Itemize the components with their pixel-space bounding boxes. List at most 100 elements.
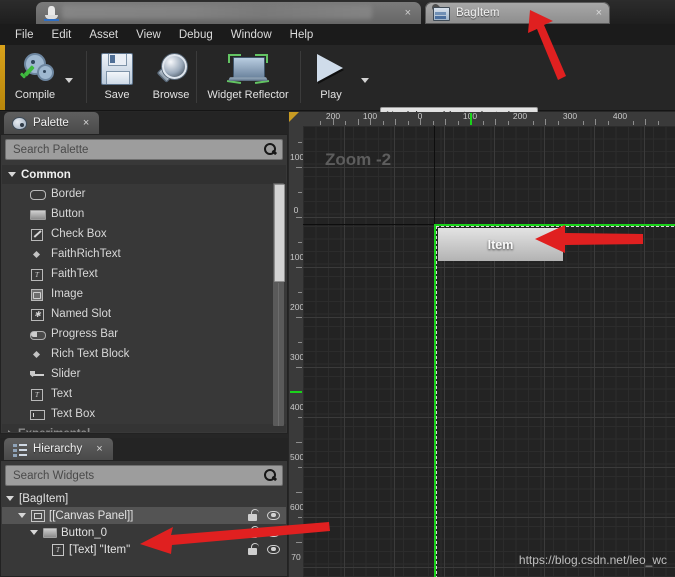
play-label: Play: [320, 89, 341, 101]
palette-body: Common Border Button Check Box FaithRich…: [0, 134, 288, 434]
design-grid[interactable]: Zoom -2 Item https://blog.csdn.net/leo_w…: [303, 126, 675, 577]
designer-canvas[interactable]: 200 100 0 100 200 300 400: [289, 112, 675, 577]
category-label: Experimental: [18, 428, 90, 433]
menu-bar: File Edit Asset View Debug Window Help: [0, 24, 675, 46]
menu-edit[interactable]: Edit: [43, 26, 81, 44]
palette-item-label: Text Box: [51, 408, 95, 420]
close-icon[interactable]: ×: [596, 6, 602, 20]
palette-category-experimental[interactable]: Experimental: [2, 424, 286, 432]
eye-icon[interactable]: [267, 528, 280, 537]
search-input[interactable]: [11, 469, 264, 483]
palette-scrollbar[interactable]: [273, 183, 284, 426]
search-input[interactable]: [11, 143, 264, 157]
palette-item-text-box[interactable]: Text Box: [2, 404, 286, 424]
palette-category-common[interactable]: Common: [2, 165, 286, 184]
canvas-panel-dashed-border: [436, 226, 675, 577]
hierarchy-tree[interactable]: [BagItem] [[Canvas Panel]] Button_0 T [T…: [2, 490, 286, 575]
palette-item-label: Named Slot: [51, 308, 111, 320]
horizontal-ruler: 200 100 0 100 200 300 400: [303, 112, 675, 127]
menu-window[interactable]: Window: [222, 26, 281, 44]
tab-hierarchy[interactable]: Hierarchy ×: [4, 438, 113, 460]
compile-dropdown-arrow[interactable]: [62, 45, 76, 111]
compile-button[interactable]: Compile: [8, 45, 62, 112]
scrollbar-thumb[interactable]: [274, 184, 285, 282]
palette-item-label: Border: [51, 188, 86, 200]
ruler-tick-label: 500: [290, 454, 302, 462]
tree-item-canvas-panel[interactable]: [[Canvas Panel]]: [2, 507, 286, 524]
menu-debug[interactable]: Debug: [170, 26, 222, 44]
eye-icon[interactable]: [267, 511, 280, 520]
ruler-tick-label: 70: [290, 554, 302, 562]
menu-help[interactable]: Help: [281, 26, 323, 44]
palette-item-label: Slider: [51, 368, 80, 380]
scrollbar-track-line: [278, 283, 279, 426]
ruler-tick-label: 200: [290, 304, 302, 312]
toolbar-group-tools: Widget Reflector: [200, 45, 296, 110]
palette-panel: Palette × Common Border Butt: [0, 112, 288, 434]
unlocked-padlock-icon[interactable]: [247, 543, 258, 555]
search-icon: [264, 469, 277, 482]
palette-item-slider[interactable]: Slider: [2, 364, 286, 384]
tree-item-text-item[interactable]: T [Text] "Item": [2, 541, 286, 558]
hierarchy-icon: [12, 443, 27, 456]
palette-item-progress-bar[interactable]: Progress Bar: [2, 324, 286, 344]
tree-item-label: [Text] "Item": [69, 544, 130, 556]
palette-item-check-box[interactable]: Check Box: [2, 224, 286, 244]
chevron-down-icon: [8, 172, 16, 177]
eye-icon[interactable]: [267, 545, 280, 554]
widget-reflector-label: Widget Reflector: [207, 89, 288, 101]
toolbar-separator: [196, 51, 197, 103]
toolbar-accent-bar: [0, 45, 5, 110]
palette-item-image[interactable]: Image: [2, 284, 286, 304]
tree-item-button-0[interactable]: Button_0: [2, 524, 286, 541]
tab-palette[interactable]: Palette ×: [4, 112, 99, 134]
unlocked-padlock-icon[interactable]: [247, 526, 258, 538]
border-icon: [30, 188, 44, 200]
browse-button[interactable]: Browse: [144, 45, 198, 112]
progress-bar-icon: [30, 328, 44, 340]
palette-item-text[interactable]: T Text: [2, 384, 286, 404]
unlocked-padlock-icon[interactable]: [247, 509, 258, 521]
play-dropdown-arrow[interactable]: [358, 45, 372, 111]
palette-list[interactable]: Common Border Button Check Box FaithRich…: [2, 165, 286, 432]
menu-asset[interactable]: Asset: [80, 26, 127, 44]
save-button[interactable]: Save: [90, 45, 144, 112]
palette-icon: [12, 117, 27, 130]
palette-item-border[interactable]: Border: [2, 184, 286, 204]
close-icon[interactable]: ×: [83, 117, 89, 129]
ruler-tick-label: 300: [290, 354, 302, 362]
chevron-down-icon: [18, 513, 26, 518]
palette-item-label: Image: [51, 288, 83, 300]
chevron-down-icon: [30, 530, 38, 535]
widget-reflector-button[interactable]: Widget Reflector: [200, 45, 296, 112]
play-button[interactable]: Play: [304, 45, 358, 112]
menu-file[interactable]: File: [6, 26, 43, 44]
floppy-disk-icon: [101, 50, 133, 88]
toolbar-group-play: Play: [304, 45, 372, 110]
tree-item-label: [[Canvas Panel]]: [49, 510, 133, 522]
palette-search-box[interactable]: [5, 139, 283, 160]
title-bar: 𝒼 × BagItem ×: [0, 0, 675, 24]
palette-item-rich-text-block[interactable]: Rich Text Block: [2, 344, 286, 364]
named-slot-icon: ✱: [30, 308, 44, 320]
editor-tab-bagitem[interactable]: BagItem ×: [425, 2, 610, 24]
menu-view[interactable]: View: [127, 26, 170, 44]
hierarchy-tab-row: Hierarchy ×: [0, 438, 288, 460]
palette-item-label: Text: [51, 388, 72, 400]
palette-item-faithrichtext[interactable]: FaithRichText: [2, 244, 286, 264]
designer-button-item[interactable]: Item: [438, 228, 563, 261]
ruler-tick-label: 400: [290, 404, 302, 412]
ruler-position-marker: [470, 113, 472, 125]
ruler-tick-label: 200: [513, 112, 527, 121]
palette-item-faithtext[interactable]: T FaithText: [2, 264, 286, 284]
close-icon[interactable]: ×: [96, 443, 102, 455]
tree-item-bagitem[interactable]: [BagItem]: [2, 490, 286, 507]
hierarchy-search-box[interactable]: [5, 465, 283, 486]
palette-item-button[interactable]: Button: [2, 204, 286, 224]
close-icon[interactable]: ×: [405, 6, 411, 20]
editor-tab-inactive[interactable]: ×: [36, 2, 421, 24]
hierarchy-tab-label: Hierarchy: [33, 443, 82, 455]
tab-label-blurred: [62, 5, 372, 19]
palette-item-named-slot[interactable]: ✱ Named Slot: [2, 304, 286, 324]
ruler-position-marker: [290, 391, 302, 393]
